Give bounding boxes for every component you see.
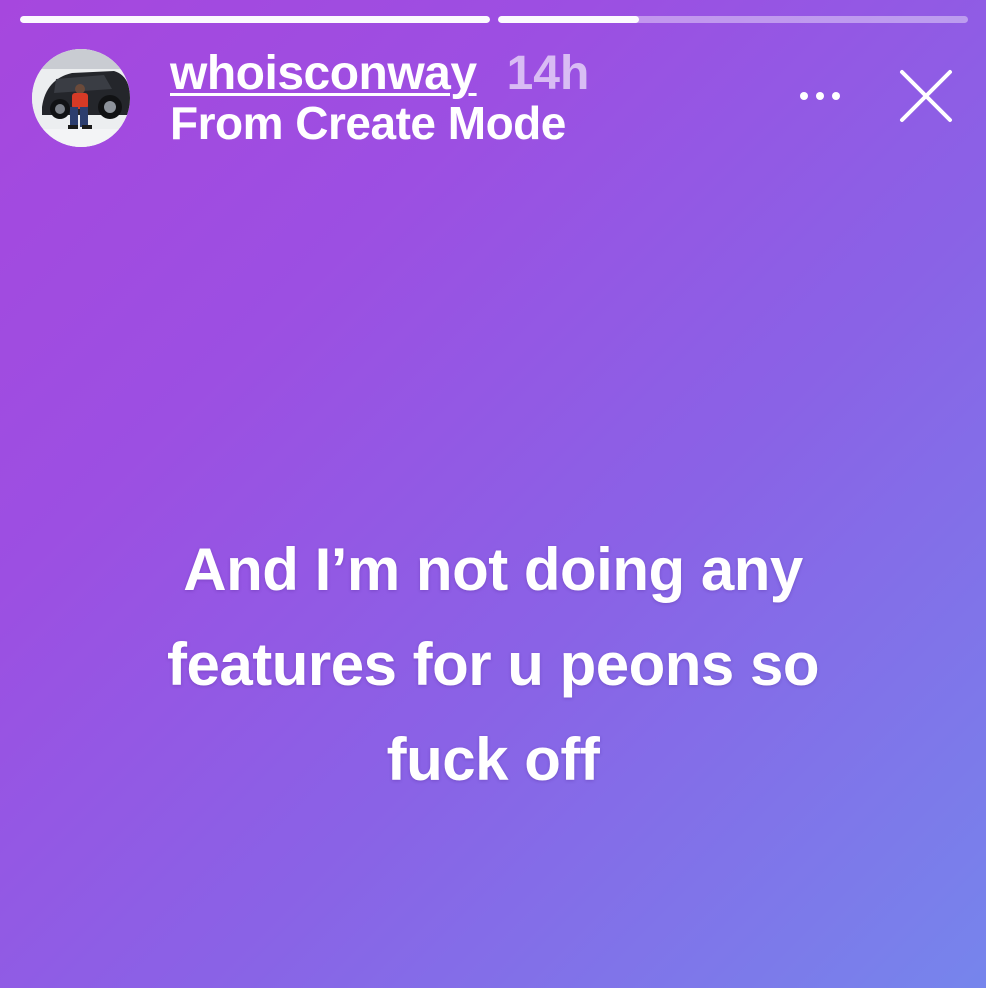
progress-segment: [498, 16, 968, 23]
avatar-photo: [32, 49, 130, 147]
story-text-line: And I’m not doing any: [183, 536, 803, 603]
progress-fill: [20, 16, 490, 23]
avatar[interactable]: [32, 49, 130, 147]
story-text-line: fuck off: [386, 726, 600, 793]
close-button[interactable]: [894, 64, 958, 128]
user-info: whoisconway 14h From Create Mode: [170, 50, 589, 149]
story-header: whoisconway 14h From Create Mode: [30, 46, 966, 150]
story-progress-bar: [20, 16, 968, 23]
story-timestamp: 14h: [506, 47, 590, 100]
close-icon: [900, 70, 952, 122]
more-options-button[interactable]: [792, 84, 848, 108]
story-viewer[interactable]: whoisconway 14h From Create Mode And I’m…: [0, 0, 986, 988]
story-text-line: features for u peons so: [167, 631, 819, 698]
user-line: whoisconway 14h: [170, 50, 589, 98]
story-source-label: From Create Mode: [170, 97, 566, 149]
more-horizontal-icon: [800, 92, 840, 100]
progress-fill: [498, 16, 639, 23]
progress-segment: [20, 16, 490, 23]
username-link[interactable]: whoisconway: [170, 50, 477, 98]
story-text: And I’m not doing any features for u peo…: [40, 522, 946, 807]
